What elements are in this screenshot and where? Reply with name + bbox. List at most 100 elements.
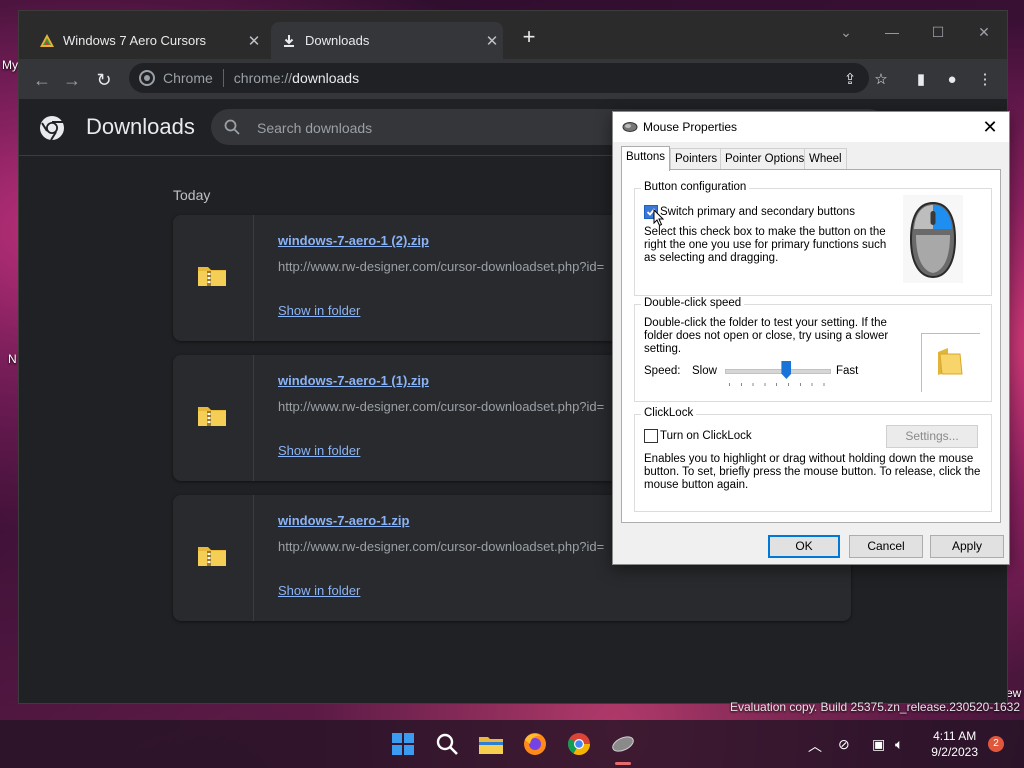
clicklock-settings-button[interactable]: Settings... <box>886 425 978 448</box>
double-click-description-line: setting. <box>644 343 682 355</box>
volume-icon[interactable]: 🔈︎ <box>895 736 903 753</box>
clicklock-checkbox[interactable] <box>644 429 658 443</box>
tab-title: Windows 7 Aero Cursors <box>63 33 207 48</box>
tab-pointers[interactable]: Pointers <box>670 148 723 169</box>
mouse-illustration-icon <box>903 195 963 283</box>
file-name-link[interactable]: windows-7-aero-1 (2).zip <box>278 233 429 248</box>
clicklock-label[interactable]: Turn on ClickLock <box>660 430 752 443</box>
chrome-logo-icon <box>139 70 155 86</box>
site-favicon-icon <box>39 33 55 49</box>
show-in-folder-link[interactable]: Show in folder <box>278 303 360 318</box>
clock-time: 4:11 AM <box>933 729 977 743</box>
folder-icon <box>938 348 963 375</box>
search-icon <box>224 119 240 135</box>
show-hidden-icons-chevron-icon[interactable]: ︿ <box>808 736 822 756</box>
zip-folder-icon <box>198 407 226 426</box>
desktop-label-n[interactable]: N <box>8 352 17 366</box>
origin-chip: Chrome <box>163 70 213 86</box>
clicklock-description-line: mouse button again. <box>644 479 749 491</box>
maximize-button[interactable]: ☐ <box>915 17 961 47</box>
file-name-link[interactable]: windows-7-aero-1 (1).zip <box>278 373 429 388</box>
divider <box>253 495 254 621</box>
desktop-label-my[interactable]: My <box>2 58 18 72</box>
dialog-title: Mouse Properties <box>643 120 738 134</box>
chrome-taskbar-icon[interactable] <box>563 728 595 760</box>
dialog-titlebar[interactable]: Mouse Properties ✕ <box>613 112 1009 142</box>
minimize-button[interactable]: — <box>869 17 915 47</box>
reload-button[interactable]: ↻ <box>91 67 117 93</box>
network-icon[interactable]: ▣ <box>872 736 885 753</box>
active-app-indicator <box>615 762 631 765</box>
search-icon[interactable] <box>431 728 463 760</box>
double-click-speed-group: Double-click speed Double-click the fold… <box>634 297 992 402</box>
mouse-cursor-icon <box>653 209 665 227</box>
cancel-button[interactable]: Cancel <box>849 535 923 558</box>
apply-button[interactable]: Apply <box>930 535 1004 558</box>
tab-pointer-options[interactable]: Pointer Options <box>720 148 810 169</box>
firefox-icon[interactable] <box>519 728 551 760</box>
side-panel-icon[interactable]: ▮ <box>910 69 932 91</box>
close-window-button[interactable]: ✕ <box>961 17 1007 47</box>
speed-slow-label: Slow <box>692 365 717 377</box>
section-date-header: Today <box>173 187 211 203</box>
slider-ticks <box>729 383 825 386</box>
tab-windows-7-aero-cursors[interactable]: Windows 7 Aero Cursors ✕ <box>29 22 265 59</box>
search-input[interactable] <box>255 117 619 139</box>
forward-button[interactable]: → <box>59 67 85 93</box>
download-icon <box>281 33 297 49</box>
file-explorer-icon[interactable] <box>475 728 507 760</box>
dialog-close-button[interactable]: ✕ <box>979 116 1001 138</box>
tab-title: Downloads <box>305 33 370 48</box>
mouse-properties-dialog: Mouse Properties ✕ Buttons Pointers Poin… <box>612 111 1010 565</box>
slider-track <box>725 369 831 374</box>
divider <box>253 355 254 481</box>
evaluation-watermark: Evaluation copy. Build 25375.zn_release.… <box>730 700 1020 714</box>
test-folder-box[interactable] <box>921 333 980 392</box>
page-title: Downloads <box>86 114 195 139</box>
show-in-folder-link[interactable]: Show in folder <box>278 443 360 458</box>
double-click-description-line: Double-click the folder to test your set… <box>644 317 887 329</box>
chrome-logo-icon <box>40 116 64 141</box>
speed-label: Speed: <box>644 365 681 377</box>
close-tab-icon[interactable]: ✕ <box>243 32 265 50</box>
close-tab-icon[interactable]: ✕ <box>481 32 503 50</box>
tab-wheel[interactable]: Wheel <box>804 148 847 169</box>
divider <box>253 215 254 341</box>
tab-strip: Windows 7 Aero Cursors ✕ Downloads ✕ + ⌄… <box>19 11 1007 59</box>
address-bar[interactable]: Chrome chrome://downloads <box>129 63 869 93</box>
clicklock-description-line: Enables you to highlight or drag without… <box>644 453 974 465</box>
show-in-folder-link[interactable]: Show in folder <box>278 583 360 598</box>
switch-buttons-label[interactable]: Switch primary and secondary buttons <box>660 206 855 219</box>
double-click-speed-slider[interactable] <box>725 359 831 389</box>
network-disconnected-icon[interactable]: ⊘ <box>838 736 850 753</box>
clock[interactable]: 4:11 AM 9/2/2023 <box>931 728 978 760</box>
start-button-icon[interactable] <box>387 728 419 760</box>
buttons-tab-panel: Button configuration Switch primary and … <box>621 169 1001 523</box>
group-legend: Button configuration <box>641 181 750 193</box>
notification-badge[interactable]: 2 <box>988 736 1004 752</box>
file-name-link[interactable]: windows-7-aero-1.zip <box>278 513 409 528</box>
zip-folder-icon <box>198 267 226 286</box>
mouse-icon <box>622 122 638 132</box>
bookmark-star-icon[interactable]: ☆ <box>870 69 892 91</box>
mouse-properties-taskbar-icon[interactable] <box>607 728 639 760</box>
desktop-label-ew[interactable]: ew <box>1006 686 1021 700</box>
ok-button[interactable]: OK <box>768 535 840 558</box>
clicklock-description-line: button. To set, briefly press the mouse … <box>644 466 981 478</box>
tab-downloads[interactable]: Downloads ✕ <box>271 22 503 59</box>
tab-search-chevron-icon[interactable]: ⌄ <box>823 17 869 47</box>
clicklock-group: ClickLock Turn on ClickLock Settings... … <box>634 407 992 512</box>
toolbar: ← → ↻ Chrome chrome://downloads ⇪ ☆ ▮ ● … <box>19 59 1007 99</box>
profile-icon[interactable]: ● <box>941 69 963 91</box>
tab-buttons[interactable]: Buttons <box>621 146 670 171</box>
zip-folder-icon <box>198 547 226 566</box>
url-text: chrome://downloads <box>233 70 360 86</box>
share-icon[interactable]: ⇪ <box>839 69 861 91</box>
button-config-description-line: right the one you use for primary functi… <box>644 239 887 251</box>
double-click-description-line: folder does not open or close, try using… <box>644 330 889 342</box>
slider-thumb[interactable] <box>781 361 792 379</box>
clock-date: 9/2/2023 <box>931 745 978 759</box>
new-tab-button[interactable]: + <box>517 26 541 50</box>
back-button[interactable]: ← <box>29 67 55 93</box>
menu-icon[interactable]: ⋮ <box>974 69 996 91</box>
